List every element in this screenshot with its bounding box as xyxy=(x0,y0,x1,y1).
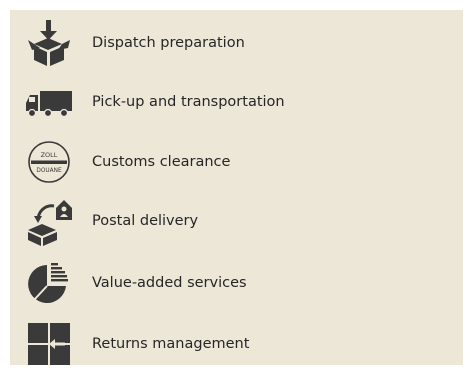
service-pickup-transportation: Pick-up and transportation xyxy=(10,74,463,130)
seal-top-text: ZOLL xyxy=(41,151,58,159)
box-to-house-icon xyxy=(24,196,74,246)
box-down-arrow-icon xyxy=(24,18,74,68)
service-label: Dispatch preparation xyxy=(92,35,245,51)
truck-icon xyxy=(24,77,74,127)
service-dispatch-preparation: Dispatch preparation xyxy=(10,15,463,71)
service-label: Value-added services xyxy=(92,275,247,291)
service-label: Pick-up and transportation xyxy=(92,94,285,110)
service-label: Returns management xyxy=(92,336,250,352)
return-grid-icon xyxy=(24,319,74,369)
seal-bottom-text: DOUANE xyxy=(36,168,62,174)
service-customs-clearance: ZOLL DOUANE Customs clearance xyxy=(10,134,463,190)
service-label: Postal delivery xyxy=(92,213,199,229)
service-returns-management: Returns management xyxy=(10,316,463,372)
service-label: Customs clearance xyxy=(92,154,231,170)
pie-chart-icon xyxy=(24,258,74,308)
services-panel: Dispatch preparation Pick-up and transpo… xyxy=(10,10,463,365)
service-value-added: Value-added services xyxy=(10,255,463,311)
service-postal-delivery: Postal delivery xyxy=(10,193,463,249)
customs-seal-icon: ZOLL DOUANE xyxy=(24,137,74,187)
